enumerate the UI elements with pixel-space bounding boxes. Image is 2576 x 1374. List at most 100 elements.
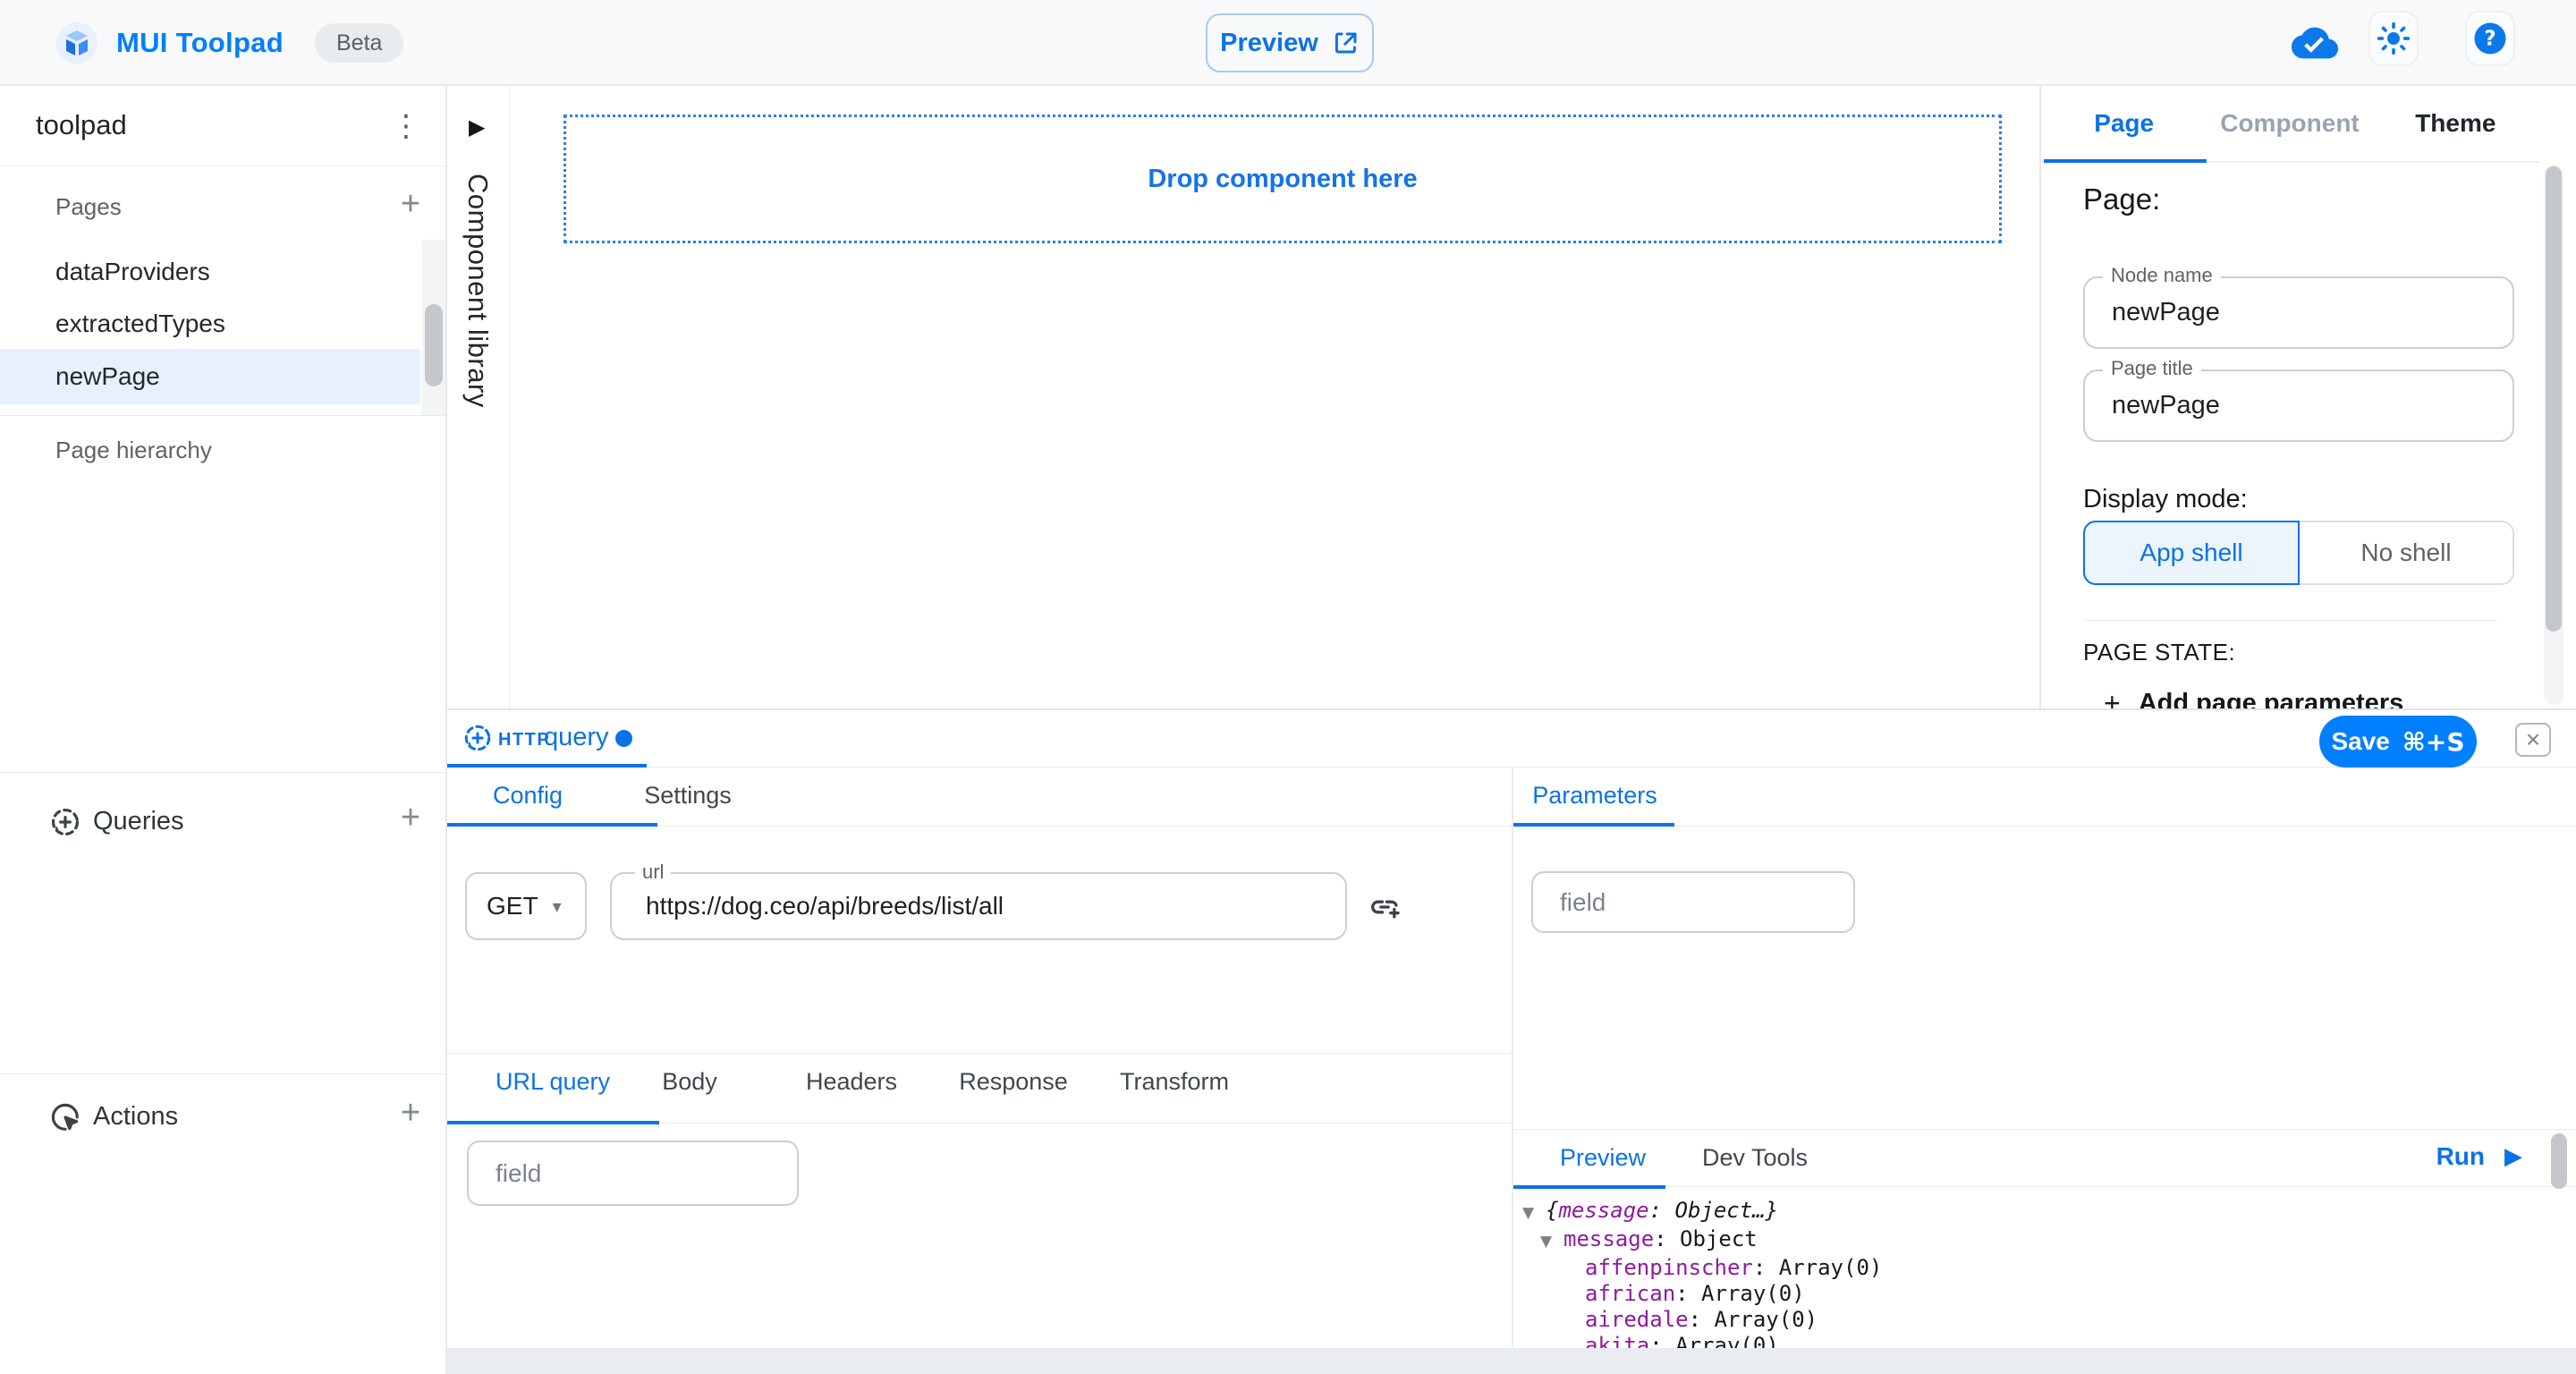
add-action-button[interactable]: + — [392, 1095, 429, 1132]
request-config-column: Config Settings GET ▾ url — [447, 768, 1512, 1374]
http-method-select[interactable]: GET ▾ — [465, 872, 587, 940]
svg-text:?: ? — [2484, 28, 2496, 51]
result-scrollbar-thumb[interactable] — [2551, 1133, 2567, 1189]
query-editor-panel: HTTP query Save ⌘+S × Config Settings GE… — [447, 708, 2576, 1374]
pages-section-label: Pages — [55, 193, 122, 221]
tree-row: african: Array(0) — [1522, 1281, 2506, 1307]
tab-settings[interactable]: Settings — [644, 782, 732, 810]
toolpad-app-window: MUI Toolpad Beta Preview — [0, 0, 2576, 1374]
pages-list-scrollbar[interactable] — [422, 240, 445, 415]
query-name-label: query — [544, 723, 609, 752]
preview-button-label: Preview — [1220, 29, 1318, 58]
tab-config[interactable]: Config — [493, 782, 563, 810]
help-button[interactable]: ? — [2465, 11, 2515, 66]
tree-row: airedale: Array(0) — [1522, 1307, 2506, 1333]
add-page-parameters-label: Add page parameters — [2139, 689, 2404, 708]
page-item-label: dataProviders — [55, 258, 210, 286]
add-page-parameters-button[interactable]: + Add page parameters — [2104, 687, 2403, 708]
tree-value: : Object — [1654, 1226, 1758, 1252]
divider — [0, 772, 445, 773]
run-query-button[interactable]: Run ▶ — [2436, 1142, 2522, 1171]
run-label: Run — [2436, 1142, 2485, 1171]
toggle-app-shell[interactable]: App shell — [2083, 521, 2300, 585]
http-method-value: GET — [487, 892, 538, 920]
theme-toggle-button[interactable] — [2368, 11, 2419, 66]
pages-list-scrollbar-thumb[interactable] — [425, 304, 443, 386]
expand-library-arrow-icon[interactable]: ▶ — [469, 114, 485, 140]
close-panel-button[interactable]: × — [2515, 723, 2551, 757]
plus-icon: + — [2104, 687, 2121, 708]
horizontal-scrollbar[interactable] — [447, 1348, 2576, 1374]
tab-url-query[interactable]: URL query — [496, 1068, 610, 1096]
query-tab-bar: HTTP query Save ⌘+S × — [447, 710, 2576, 768]
result-pane: Preview Dev Tools Run ▶ ▼{message: Objec… — [1513, 1129, 2576, 1374]
tab-page[interactable]: Page — [2041, 86, 2207, 161]
tab-headers[interactable]: Headers — [806, 1068, 897, 1096]
explorer-sidebar: toolpad ⋮ Pages + dataProviders extracte… — [0, 86, 447, 1374]
tab-dev-tools[interactable]: Dev Tools — [1702, 1144, 1808, 1172]
url-query-field-input[interactable] — [467, 1141, 799, 1206]
toggle-no-shell[interactable]: No shell — [2300, 521, 2514, 585]
save-shortcut: ⌘+S — [2402, 727, 2465, 757]
save-label: Save — [2331, 727, 2389, 756]
close-icon: × — [2526, 725, 2540, 754]
tab-body[interactable]: Body — [662, 1068, 717, 1096]
add-binding-link-icon[interactable] — [1367, 889, 1402, 925]
tree-row: ▼{message: Object…} — [1522, 1198, 2506, 1226]
project-row: toolpad ⋮ — [0, 86, 445, 166]
active-tab-indicator — [1513, 823, 1674, 827]
tree-row: ▼message: Object — [1522, 1226, 2506, 1255]
expand-arrow-icon[interactable]: ▼ — [1540, 1229, 1563, 1255]
help-icon: ? — [2471, 20, 2509, 57]
expand-arrow-icon[interactable]: ▼ — [1522, 1200, 1546, 1226]
inspector-scrollbar[interactable] — [2544, 165, 2563, 705]
sidebar-item-newpage[interactable]: newPage — [0, 349, 420, 404]
divider — [0, 415, 445, 416]
action-cursor-icon — [48, 1100, 82, 1134]
page-state-label: PAGE STATE: — [2083, 639, 2235, 666]
tab-component[interactable]: Component — [2207, 86, 2372, 161]
inspector-tabs: Page Component Theme — [2041, 86, 2538, 163]
add-query-button[interactable]: + — [392, 800, 429, 837]
url-input[interactable] — [610, 872, 1347, 940]
query-protocol-label: HTTP — [498, 730, 550, 751]
request-section-tabs: URL query Body Headers Response Transfor… — [447, 1053, 1512, 1124]
tab-preview[interactable]: Preview — [1560, 1144, 1646, 1172]
node-name-label: Node name — [2103, 264, 2221, 287]
tree-key: affenpinscher — [1585, 1255, 1753, 1281]
component-dropzone[interactable]: Drop component here — [564, 114, 2002, 243]
tab-response[interactable]: Response — [959, 1068, 1068, 1096]
tab-theme[interactable]: Theme — [2373, 86, 2538, 161]
parameter-field-input[interactable] — [1531, 871, 1855, 933]
query-editor-tab[interactable]: HTTP query — [447, 710, 647, 768]
component-library-panel[interactable]: ▶ Component library — [449, 86, 510, 708]
project-menu-kebab-icon[interactable]: ⋮ — [388, 106, 424, 147]
url-label: url — [635, 861, 671, 884]
config-tabs: Config Settings — [447, 768, 1512, 827]
tree-key: message — [1558, 1198, 1648, 1224]
result-scrollbar[interactable] — [2551, 1132, 2569, 1374]
preview-button[interactable]: Preview — [1206, 13, 1374, 72]
add-page-button[interactable]: + — [392, 186, 429, 224]
page-title-input[interactable] — [2083, 369, 2514, 442]
node-name-field: Node name — [2083, 276, 2514, 349]
sidebar-item-extractedtypes[interactable]: extractedTypes — [0, 299, 420, 349]
beta-badge: Beta — [315, 23, 403, 63]
tab-parameters[interactable]: Parameters — [1532, 782, 1657, 810]
inspector-scrollbar-thumb[interactable] — [2546, 166, 2562, 632]
parameters-tabs: Parameters — [1513, 768, 2576, 827]
result-tabs: Preview Dev Tools Run ▶ — [1513, 1130, 2576, 1187]
app-header: MUI Toolpad Beta Preview — [0, 0, 2576, 86]
brightness-sun-icon — [2376, 21, 2411, 56]
tree-value: : Array(0) — [1753, 1255, 1883, 1281]
inspector-panel: Page Component Theme Page: Node name Pag… — [2039, 86, 2576, 708]
open-in-new-icon — [1333, 30, 1360, 56]
chevron-down-icon: ▾ — [553, 895, 562, 917]
page-item-label: extractedTypes — [55, 310, 225, 338]
sidebar-item-dataproviders[interactable]: dataProviders — [0, 247, 420, 297]
queries-section-header: Queries + — [0, 796, 445, 850]
active-tab-indicator — [2044, 159, 2207, 163]
tab-transform[interactable]: Transform — [1120, 1068, 1229, 1096]
node-name-input[interactable] — [2083, 276, 2514, 349]
save-button[interactable]: Save ⌘+S — [2319, 716, 2477, 768]
